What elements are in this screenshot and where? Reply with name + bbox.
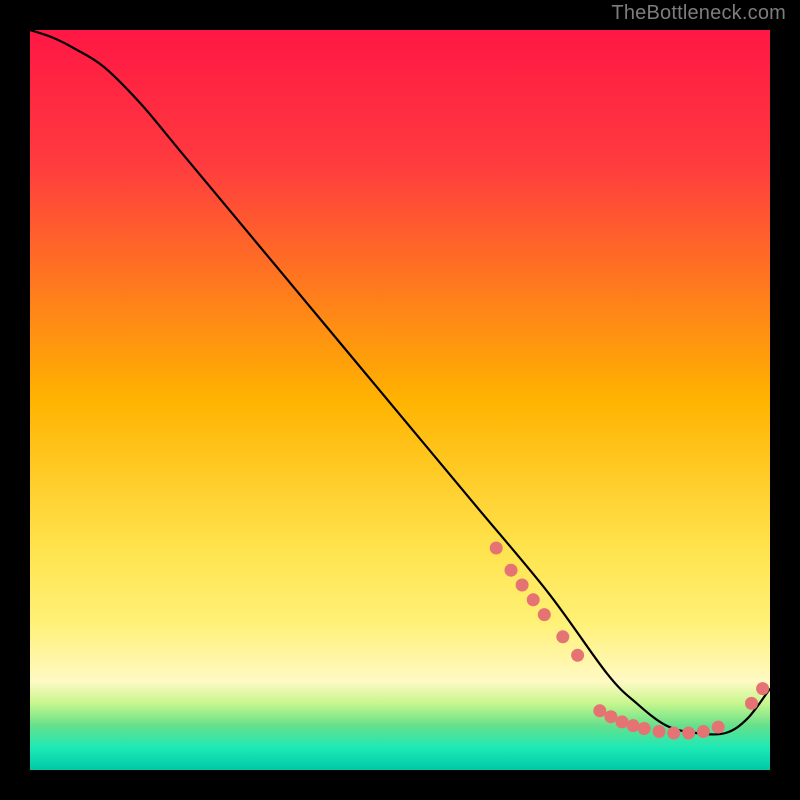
data-marker xyxy=(667,727,680,740)
plot-area xyxy=(30,30,770,770)
chart-svg xyxy=(30,30,770,770)
data-marker xyxy=(505,564,518,577)
data-marker xyxy=(571,649,584,662)
attribution-text: TheBottleneck.com xyxy=(611,2,786,25)
data-marker xyxy=(653,725,666,738)
data-marker xyxy=(556,630,569,643)
data-marker xyxy=(697,725,710,738)
data-marker xyxy=(490,542,503,555)
data-marker xyxy=(756,682,769,695)
data-marker xyxy=(712,721,725,734)
data-marker xyxy=(638,722,651,735)
gradient-background xyxy=(30,30,770,770)
data-marker xyxy=(527,593,540,606)
data-marker xyxy=(682,727,695,740)
data-marker xyxy=(516,579,529,592)
data-marker xyxy=(627,719,640,732)
data-marker xyxy=(745,697,758,710)
data-marker xyxy=(616,715,629,728)
data-marker xyxy=(538,608,551,621)
data-marker xyxy=(604,710,617,723)
data-marker xyxy=(593,704,606,717)
